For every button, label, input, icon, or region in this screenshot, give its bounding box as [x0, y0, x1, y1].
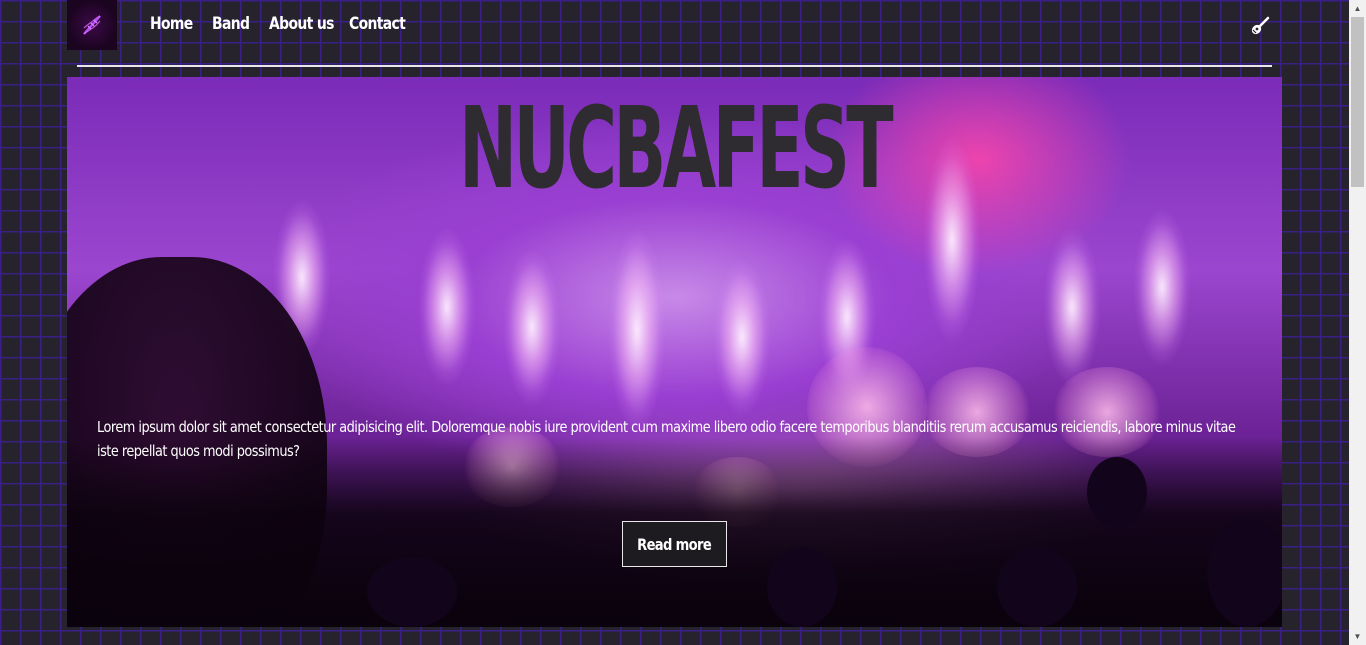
guitar-icon: [1251, 16, 1270, 35]
logo[interactable]: [67, 0, 117, 50]
scroll-thumb[interactable]: [1351, 17, 1364, 187]
scrollbar[interactable]: ▲ ▼: [1349, 0, 1366, 645]
hero-title: NUCBAFEST: [459, 84, 894, 214]
read-more-button[interactable]: Read more: [622, 521, 727, 567]
dna-icon: [83, 15, 101, 35]
nav-links: Home Band About us Contact: [150, 14, 419, 34]
hero-banner: NUCBAFEST Lorem ipsum dolor sit amet con…: [67, 77, 1282, 627]
nav-home[interactable]: Home: [150, 14, 201, 34]
scroll-down-icon[interactable]: ▼: [1349, 628, 1366, 645]
hero-text: Lorem ipsum dolor sit amet consectetur a…: [97, 418, 1236, 460]
nav-about-us[interactable]: About us: [269, 14, 335, 34]
scroll-up-icon[interactable]: ▲: [1349, 0, 1366, 17]
nav-band[interactable]: Band: [212, 14, 259, 34]
guitar-button[interactable]: [1250, 16, 1270, 36]
nav-contact[interactable]: Contact: [349, 14, 406, 34]
header-divider: [77, 65, 1272, 67]
navbar: Home Band About us Contact: [67, 0, 1282, 52]
